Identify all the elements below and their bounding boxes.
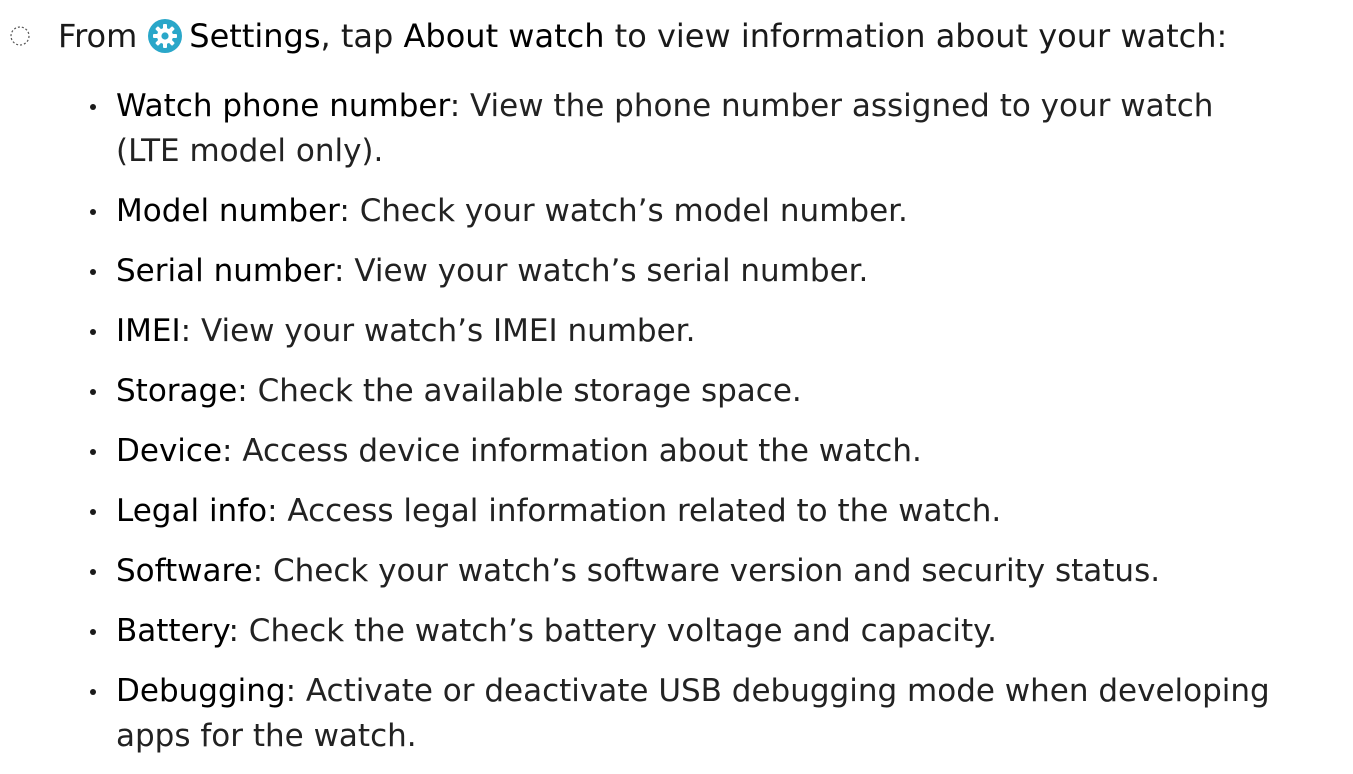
instruction-step: From Settings , tap About watch to view … xyxy=(0,14,1353,58)
item-term: Serial number xyxy=(116,253,335,289)
list-item-device: Device: Access device information about … xyxy=(0,429,1353,474)
item-description: Access device information about the watc… xyxy=(242,433,922,469)
list-item-serial-number: Serial number: View your watch’s serial … xyxy=(0,249,1353,294)
item-description: Check the available storage space. xyxy=(257,373,802,409)
item-description: View your watch’s IMEI number. xyxy=(200,313,696,349)
item-sep: : xyxy=(237,373,248,409)
document-page: From Settings , tap About watch to view … xyxy=(0,0,1353,774)
step-middle: , tap xyxy=(320,17,394,55)
bullet-icon xyxy=(90,569,96,575)
item-term: Storage xyxy=(116,373,238,409)
item-description: Access legal information related to the … xyxy=(287,493,1002,529)
item-description: Activate or deactivate USB debugging mod… xyxy=(305,673,1270,709)
item-sep: : xyxy=(449,88,461,124)
item-term: Debugging xyxy=(116,673,286,709)
item-sep: : xyxy=(180,313,192,349)
item-description: Check your watch’s software version and … xyxy=(272,553,1161,589)
about-watch-options-list: Watch phone number: View the phone numbe… xyxy=(0,84,1353,774)
bullet-icon xyxy=(90,209,96,215)
item-term: Software xyxy=(116,553,253,589)
item-sep: : xyxy=(339,193,350,229)
bullet-icon xyxy=(90,104,96,110)
list-item-legal-info: Legal info: Access legal information rel… xyxy=(0,489,1353,534)
bullet-icon xyxy=(90,449,96,455)
item-sep: : xyxy=(267,493,278,529)
item-description: Check your watch’s model number. xyxy=(359,193,908,229)
list-item-storage: Storage: Check the available storage spa… xyxy=(0,369,1353,414)
item-sep: : xyxy=(252,553,264,589)
item-description: View your watch’s serial number. xyxy=(354,253,869,289)
list-item-battery: Battery: Check the watch’s battery volta… xyxy=(0,609,1353,654)
item-term: Legal info xyxy=(116,493,268,529)
item-description-continued: apps for the watch. xyxy=(116,718,417,754)
item-description: View the phone number assigned to your w… xyxy=(470,88,1214,124)
settings-gear-icon xyxy=(148,19,183,53)
item-term: Model number xyxy=(116,193,340,229)
item-description-continued: (LTE model only). xyxy=(116,133,384,169)
list-item-debugging: Debugging: Activate or deactivate USB de… xyxy=(0,669,1353,759)
about-watch-label: About watch xyxy=(403,17,605,55)
step-circle-icon xyxy=(10,26,30,46)
bullet-icon xyxy=(90,329,96,335)
list-item-watch-phone-number: Watch phone number: View the phone numbe… xyxy=(0,84,1353,174)
bullet-icon xyxy=(90,629,96,635)
bullet-icon xyxy=(90,509,96,515)
step-prefix: From xyxy=(58,17,138,55)
bullet-icon xyxy=(90,269,96,275)
item-description: Check the watch’s battery voltage and ca… xyxy=(248,613,997,649)
item-sep: : xyxy=(228,613,239,649)
item-term: Watch phone number xyxy=(116,88,450,124)
list-item-imei: IMEI: View your watch’s IMEI number. xyxy=(0,309,1353,354)
bullet-icon xyxy=(90,389,96,395)
bullet-icon xyxy=(90,689,96,695)
item-sep: : xyxy=(334,253,345,289)
item-term: Device xyxy=(116,433,223,469)
item-term: Battery xyxy=(116,613,229,649)
step-suffix: to view information about your watch: xyxy=(614,17,1228,55)
list-item-software: Software: Check your watch’s software ve… xyxy=(0,549,1353,594)
item-term: IMEI xyxy=(116,313,181,349)
item-sep: : xyxy=(222,433,233,469)
item-sep: : xyxy=(285,673,297,709)
list-item-model-number: Model number: Check your watch’s model n… xyxy=(0,189,1353,234)
settings-label: Settings xyxy=(189,17,321,55)
